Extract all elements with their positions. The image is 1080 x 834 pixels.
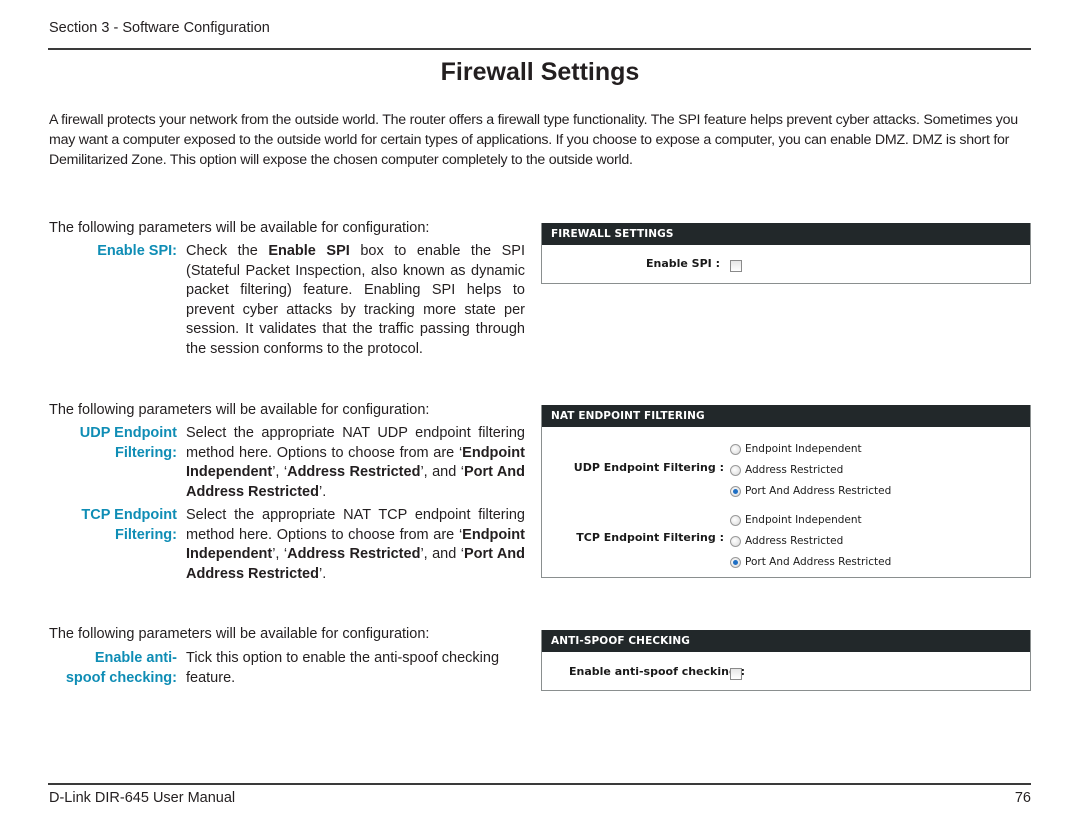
page-title: Firewall Settings	[440, 58, 640, 86]
udp-option-port-and-address-restricted[interactable]: Port And Address Restricted	[730, 485, 891, 497]
nat-rows: UDP Endpoint Filtering : Endpoint Indepe…	[542, 427, 1030, 577]
tcp-option-address-restricted[interactable]: Address Restricted	[730, 535, 843, 547]
param-label: Enable SPI:	[97, 243, 177, 259]
radio-button[interactable]	[730, 514, 741, 526]
anti-spoof-label: Enable anti-spoof checking :	[569, 665, 746, 678]
param-anti-spoof: Enable anti-spoof checking: Tick this op…	[49, 649, 525, 688]
footer-divider	[48, 783, 1031, 785]
radio-button[interactable]	[730, 464, 741, 476]
tcp-endpoint-label: TCP Endpoint Filtering :	[576, 531, 724, 544]
panel-title: NAT ENDPOINT FILTERING	[542, 405, 1030, 427]
udp-endpoint-label: UDP Endpoint Filtering :	[573, 461, 724, 474]
param-description: Tick this option to enable the anti-spoo…	[186, 650, 500, 686]
tcp-option-endpoint-independent[interactable]: Endpoint Independent	[730, 514, 862, 526]
udp-option-address-restricted[interactable]: Address Restricted	[730, 464, 843, 476]
param-label: UDP Endpoint Filtering:	[79, 425, 177, 461]
radio-button-selected[interactable]	[730, 556, 741, 568]
udp-option-endpoint-independent[interactable]: Endpoint Independent	[730, 443, 862, 455]
param-enable-spi: Enable SPI: Check the Enable SPI box to …	[49, 242, 525, 360]
param-label: Enable anti-spoof checking:	[65, 650, 177, 686]
nat-endpoint-filtering-panel: NAT ENDPOINT FILTERING UDP Endpoint Filt…	[541, 405, 1031, 578]
params-heading: The following parameters will be availab…	[49, 402, 430, 418]
anti-spoof-checking-panel: ANTI-SPOOF CHECKING Enable anti-spoof ch…	[541, 630, 1031, 691]
radio-button[interactable]	[730, 535, 741, 547]
param-description: Select the appropriate NAT TCP endpoint …	[186, 507, 526, 582]
enable-spi-row: Enable SPI :	[542, 245, 1030, 283]
panel-title: ANTI-SPOOF CHECKING	[542, 630, 1030, 652]
section-header: Section 3 - Software Configuration	[49, 20, 270, 36]
param-udp-endpoint: UDP Endpoint Filtering: Select the approp…	[49, 424, 525, 502]
header-divider	[48, 48, 1031, 50]
anti-spoof-checkbox[interactable]	[730, 668, 742, 680]
param-description: Select the appropriate NAT UDP endpoint …	[186, 425, 526, 500]
param-description: Check the Enable SPI box to enable the S…	[186, 243, 525, 357]
params-heading: The following parameters will be availab…	[49, 626, 430, 642]
params-heading: The following parameters will be availab…	[49, 220, 430, 236]
firewall-settings-panel: FIREWALL SETTINGS Enable SPI :	[541, 223, 1031, 284]
anti-spoof-row: Enable anti-spoof checking :	[542, 652, 1030, 690]
footer-manual-title: D-Link DIR-645 User Manual	[49, 790, 236, 806]
radio-button[interactable]	[730, 443, 741, 455]
enable-spi-label: Enable SPI :	[645, 257, 720, 270]
footer-page-number: 76	[1014, 790, 1031, 806]
enable-spi-checkbox[interactable]	[730, 260, 742, 272]
param-tcp-endpoint: TCP Endpoint Filtering: Select the approp…	[49, 506, 525, 584]
radio-button-selected[interactable]	[730, 485, 741, 497]
panel-title: FIREWALL SETTINGS	[542, 223, 1030, 245]
param-label: TCP Endpoint Filtering:	[81, 507, 177, 543]
intro-paragraph: A firewall protects your network from th…	[49, 112, 1018, 168]
tcp-option-port-and-address-restricted[interactable]: Port And Address Restricted	[730, 556, 891, 568]
